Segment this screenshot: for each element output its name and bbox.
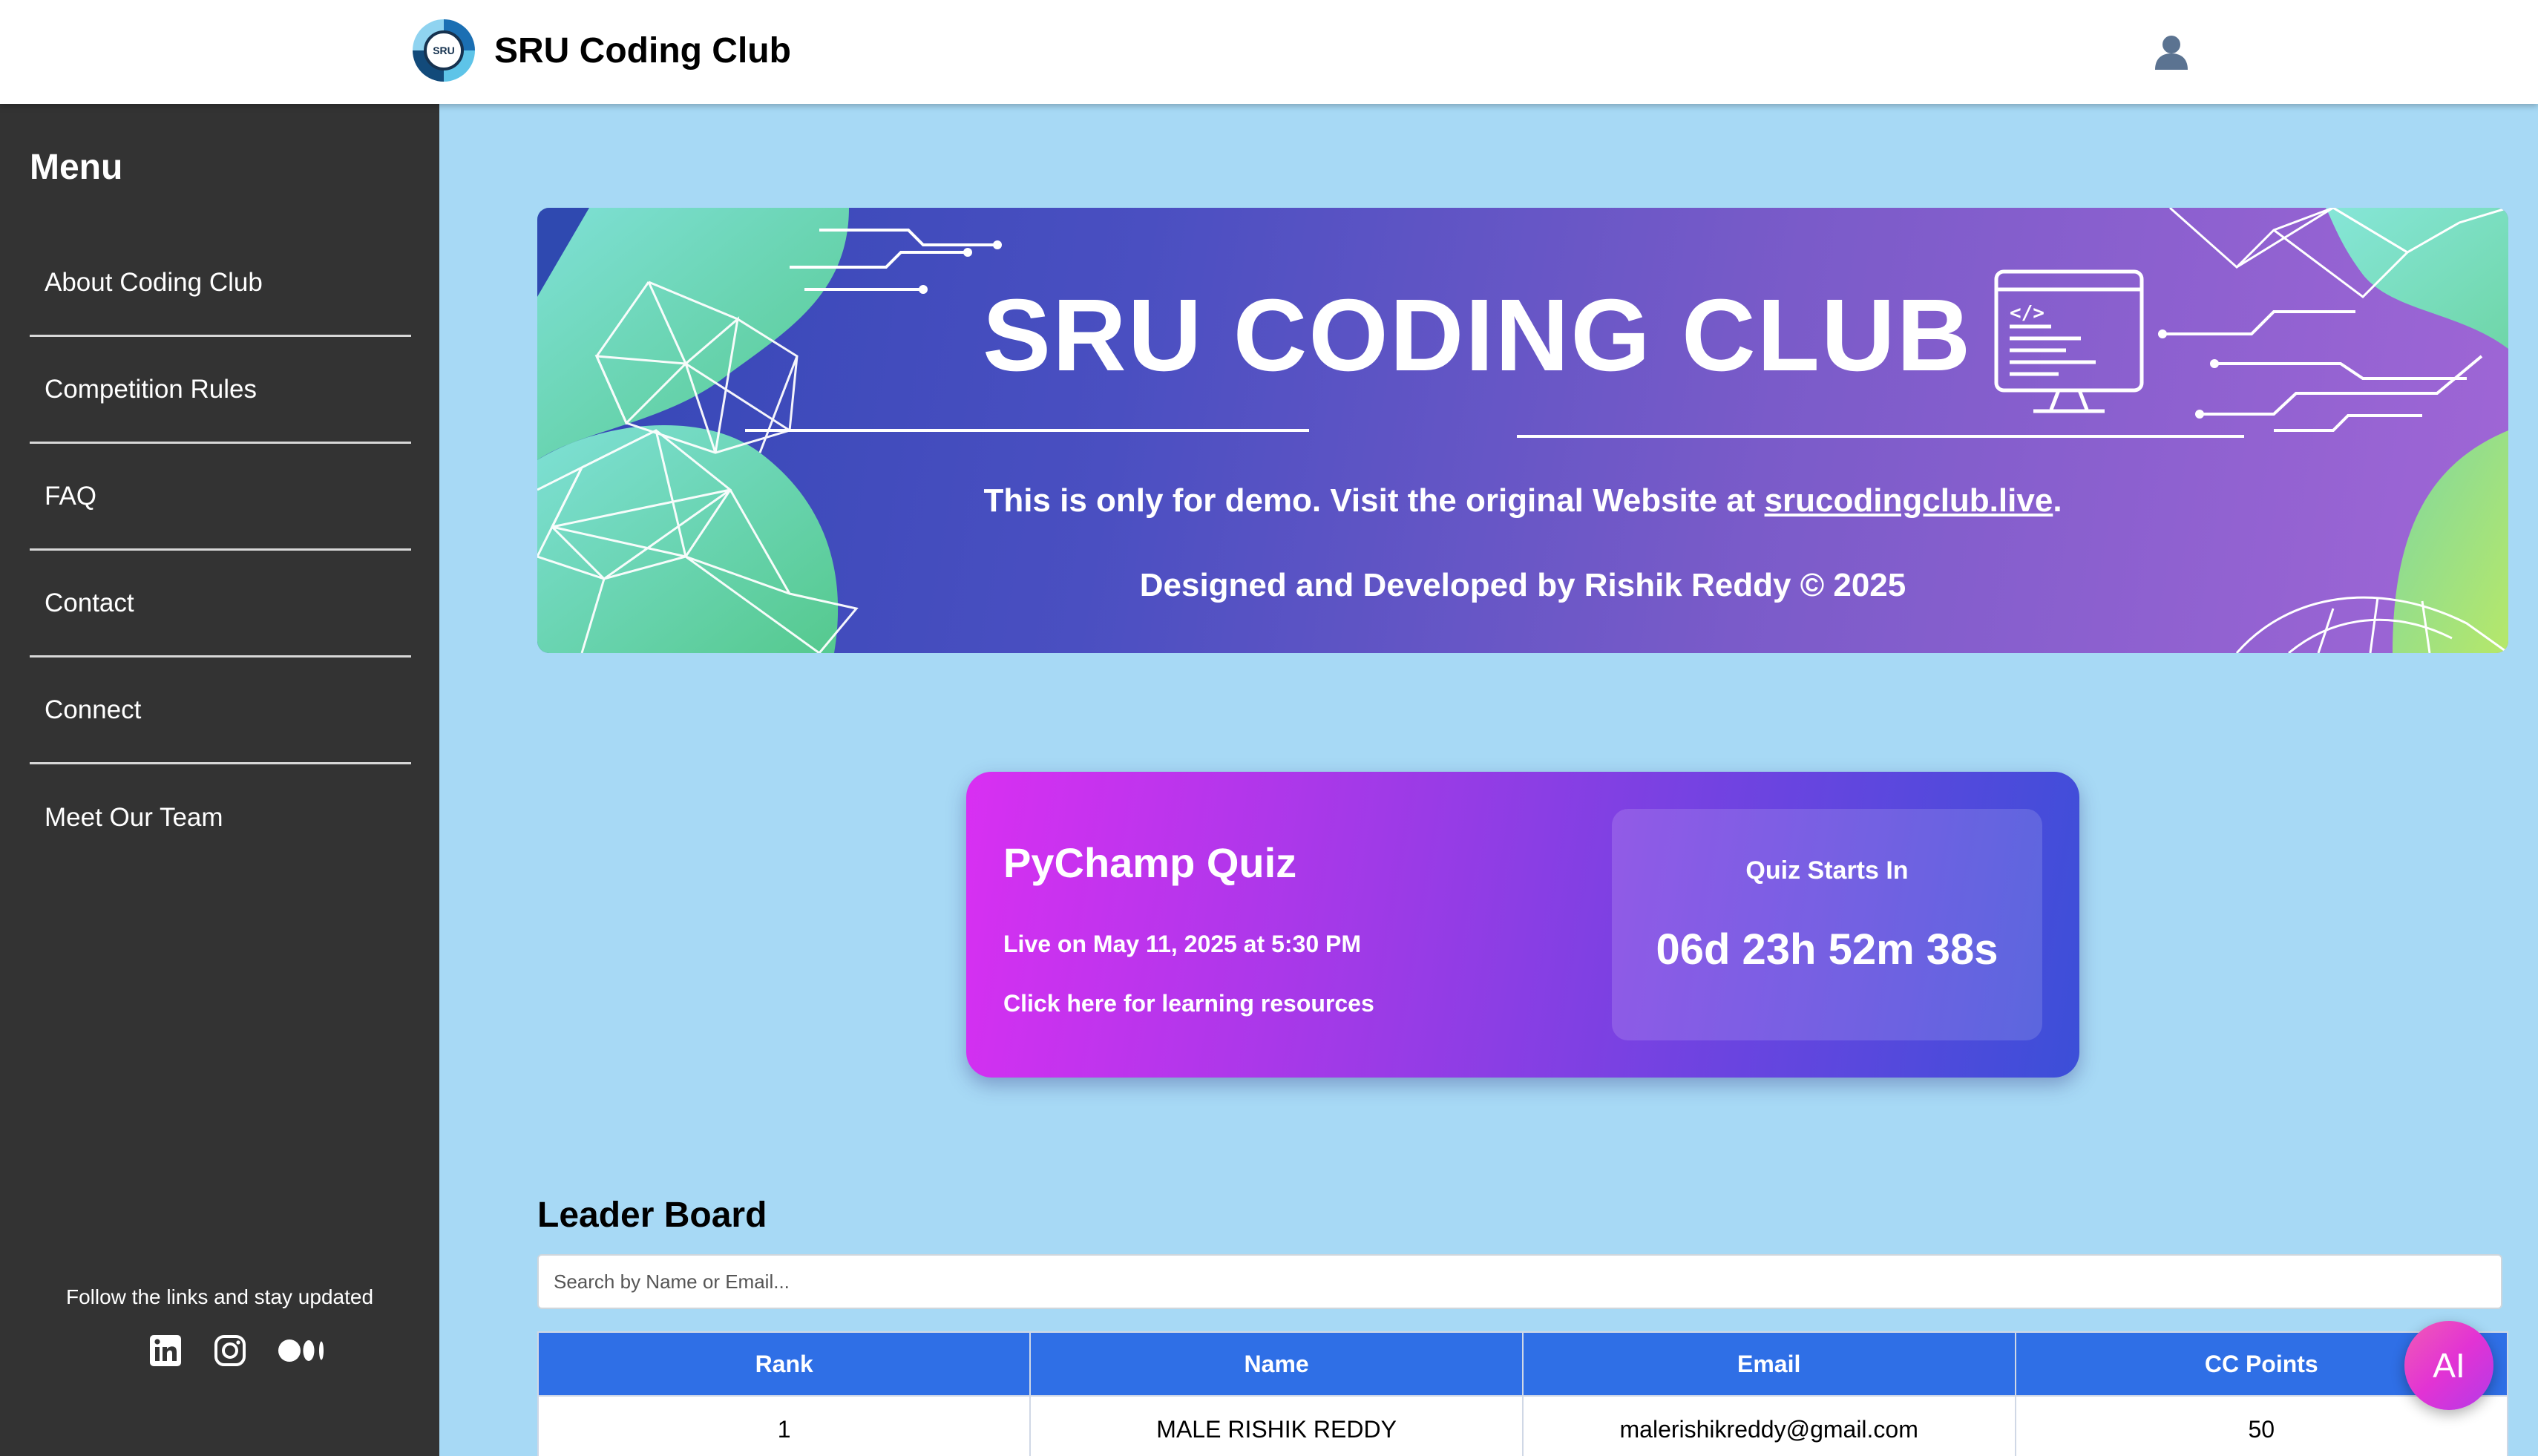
column-header-rank[interactable]: Rank: [537, 1331, 1032, 1397]
social-links: [148, 1330, 327, 1371]
countdown-timer: 06d 23h 52m 38s: [1656, 925, 1998, 974]
sidebar-item-faq[interactable]: FAQ: [30, 444, 411, 551]
countdown-label: Quiz Starts In: [1745, 856, 1909, 885]
menu-list: About Coding Club Competition Rules FAQ …: [30, 230, 411, 871]
countdown-box: Quiz Starts In 06d 23h 52m 38s: [1612, 809, 2042, 1040]
hero-banner: </> SRU CODING CLUB This is only for dem…: [537, 208, 2508, 653]
column-header-email[interactable]: Email: [1521, 1331, 2016, 1397]
sidebar-item-connect[interactable]: Connect: [30, 658, 411, 764]
medium-icon[interactable]: [278, 1334, 327, 1368]
ai-assistant-button[interactable]: AI: [2404, 1321, 2493, 1410]
top-header: SRU SRU Coding Club: [0, 0, 2538, 104]
monitor-icon: </>: [1994, 269, 2144, 413]
cell-email: malerishikreddy@gmail.com: [1521, 1395, 2016, 1456]
table-header-row: Rank Name Email CC Points: [537, 1331, 2509, 1397]
banner-credits: Designed and Developed by Rishik Reddy ©…: [1139, 567, 1906, 603]
banner-demo-notice: This is only for demo. Visit the origina…: [983, 482, 2062, 519]
sidebar-item-contact[interactable]: Contact: [30, 551, 411, 658]
cell-name: MALE RISHIK REDDY: [1029, 1395, 1524, 1456]
sidebar-item-competition-rules[interactable]: Competition Rules: [30, 337, 411, 444]
linkedin-icon[interactable]: [148, 1334, 183, 1368]
svg-text:</>: </>: [2010, 302, 2044, 324]
quiz-schedule: Live on May 11, 2025 at 5:30 PM: [1003, 931, 1362, 957]
leaderboard-title: Leader Board: [537, 1196, 767, 1235]
menu-title: Menu: [30, 148, 123, 187]
instagram-icon[interactable]: [213, 1334, 247, 1368]
club-logo[interactable]: SRU: [413, 19, 475, 82]
leaderboard-table: Rank Name Email CC Points 1 MALE RISHIK …: [537, 1331, 2509, 1456]
learning-resources-link[interactable]: Click here for learning resources: [1003, 990, 1374, 1017]
sidebar-menu: Menu About Coding Club Competition Rules…: [0, 104, 439, 1456]
sidebar-item-meet-our-team[interactable]: Meet Our Team: [30, 764, 411, 871]
logo-text: SRU: [424, 30, 464, 70]
user-profile-icon[interactable]: [2151, 31, 2192, 73]
site-title[interactable]: SRU Coding Club: [494, 28, 791, 74]
quiz-title: PyChamp Quiz: [1003, 839, 1297, 886]
table-row: 1 MALE RISHIK REDDY malerishikreddy@gmai…: [537, 1395, 2509, 1456]
follow-text: Follow the links and stay updated: [65, 1285, 374, 1308]
quiz-card: PyChamp Quiz Live on May 11, 2025 at 5:3…: [966, 772, 2079, 1078]
column-header-name[interactable]: Name: [1029, 1331, 1524, 1397]
banner-title: SRU CODING CLUB: [983, 278, 1973, 393]
leaderboard-search-input[interactable]: [537, 1254, 2502, 1309]
original-website-link[interactable]: srucodingclub.live: [1765, 482, 2053, 519]
sidebar-item-about-coding-club[interactable]: About Coding Club: [30, 230, 411, 337]
cell-rank: 1: [537, 1395, 1032, 1456]
